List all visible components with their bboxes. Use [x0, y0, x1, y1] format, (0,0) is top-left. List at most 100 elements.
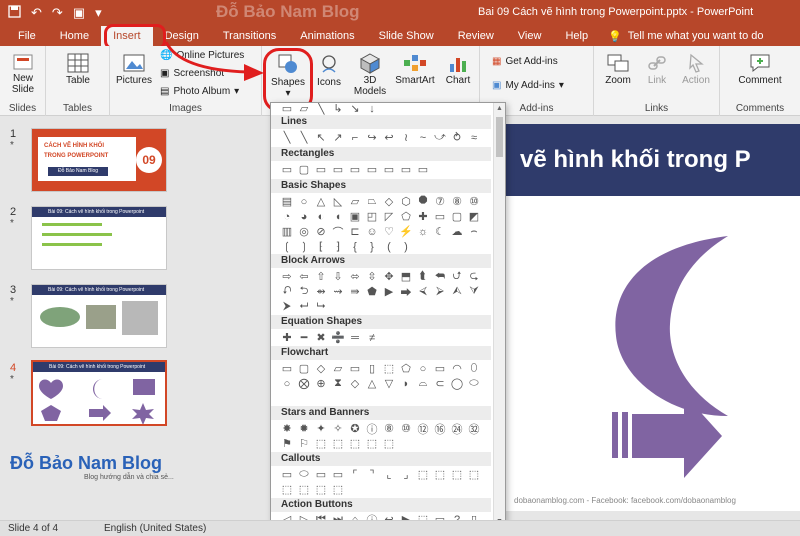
chart-button[interactable]: Chart — [440, 50, 476, 86]
shape-option[interactable]: ▱ — [330, 361, 346, 376]
shape-option[interactable]: ○ — [415, 361, 431, 376]
shape-option[interactable]: ⊂ — [432, 376, 448, 391]
shape-option[interactable]: ▱ — [347, 194, 363, 209]
shape-option[interactable]: △ — [313, 194, 329, 209]
shape-option[interactable]: ○ — [296, 194, 312, 209]
shape-option[interactable]: ⬚ — [381, 436, 397, 451]
shape-option[interactable]: ⑧ — [381, 421, 397, 436]
shape-option[interactable]: ✚ — [415, 209, 431, 224]
shape-option[interactable]: ⮘ — [415, 284, 431, 299]
shape-option[interactable]: ▭ — [279, 467, 295, 482]
shape-option[interactable]: △ — [364, 376, 380, 391]
get-addins-button[interactable]: ▦ Get Add-ins — [492, 56, 558, 67]
undo-icon[interactable]: ↶ — [31, 5, 42, 21]
shape-option[interactable]: ◩ — [466, 209, 482, 224]
shape-option[interactable]: ⮪ — [432, 269, 448, 284]
shape-option[interactable]: ▢ — [449, 209, 465, 224]
shape-option[interactable]: ⧗ — [330, 376, 346, 391]
shape-option[interactable]: ▱ — [296, 103, 312, 116]
shape-option[interactable]: ▣ — [347, 209, 363, 224]
shape-option[interactable]: ✹ — [296, 421, 312, 436]
shape-option[interactable]: ⑩ — [466, 194, 482, 209]
shape-option[interactable]: ⮡ — [313, 299, 329, 314]
shape-option[interactable]: ⌟ — [398, 467, 414, 482]
shape-option[interactable]: ⑯ — [432, 421, 448, 436]
shape-option[interactable]: ◐ — [313, 209, 329, 224]
shape-option[interactable]: ↓ — [364, 103, 380, 116]
shape-option[interactable]: ▭ — [279, 361, 295, 376]
shape-option[interactable]: ╲ — [296, 130, 312, 145]
shape-option[interactable]: ◗ — [398, 376, 414, 391]
shape-option[interactable]: ◇ — [313, 361, 329, 376]
shape-option[interactable]: ═ — [347, 330, 363, 345]
shape-option[interactable]: ⑩ — [398, 421, 414, 436]
shape-option[interactable]: ⬄ — [347, 269, 363, 284]
shape-option[interactable]: ▭ — [432, 361, 448, 376]
smartart-button[interactable]: SmartArt — [392, 50, 438, 86]
shape-option[interactable]: ⬟ — [364, 284, 380, 299]
shape-option[interactable]: ⬭ — [466, 376, 482, 391]
shape-option[interactable]: ▽ — [381, 376, 397, 391]
shape-option[interactable]: ≀ — [398, 130, 414, 145]
shape-option[interactable]: ⁅ — [313, 239, 329, 254]
shape-option[interactable]: ❲ — [279, 239, 295, 254]
shape-option[interactable]: ( — [381, 239, 397, 254]
table-button[interactable]: Table — [58, 50, 98, 86]
shape-option[interactable]: ◔ — [279, 209, 295, 224]
new-slide-button[interactable]: New Slide — [4, 50, 42, 95]
shape-option[interactable]: ▭ — [381, 162, 397, 177]
shape-option[interactable]: ▭ — [398, 162, 414, 177]
shape-option[interactable]: ⌓ — [415, 376, 431, 391]
shape-option[interactable]: ⮎ — [466, 269, 482, 284]
shape-option[interactable]: ◯ — [449, 376, 465, 391]
shape-option[interactable]: ⬚ — [313, 482, 329, 497]
shape-option[interactable]: ⯃ — [415, 194, 431, 209]
shape-option[interactable]: ▢ — [296, 361, 312, 376]
shape-option[interactable]: ◸ — [381, 209, 397, 224]
shape-option[interactable]: ⊘ — [313, 224, 329, 239]
shape-option[interactable]: ☾ — [432, 224, 448, 239]
shape-option[interactable]: ◺ — [330, 194, 346, 209]
shape-option[interactable]: ⬭ — [296, 467, 312, 482]
tab-home[interactable]: Home — [48, 26, 101, 46]
shape-option[interactable]: ㉔ — [449, 421, 465, 436]
shape-option[interactable]: ▥ — [279, 224, 295, 239]
gallery-scrollbar[interactable]: ▲ ▼ — [493, 103, 505, 527]
shape-option[interactable]: ♡ — [381, 224, 397, 239]
shape-option[interactable]: ⑫ — [415, 421, 431, 436]
shape-option[interactable]: ▢ — [296, 162, 312, 177]
slide-thumbnail-4[interactable]: Bài 09: Cách vẽ hình khối trong Powerpoi… — [31, 360, 167, 426]
shape-option[interactable]: ↪ — [364, 130, 380, 145]
shape-option[interactable]: } — [364, 239, 380, 254]
shape-option[interactable]: ⚑ — [279, 436, 295, 451]
shape-option[interactable]: ⇳ — [364, 269, 380, 284]
slide-thumbnail-2[interactable]: Bài 09: Cách vẽ hình khối trong Powerpoi… — [31, 206, 167, 270]
shape-option[interactable]: ⇧ — [313, 269, 329, 284]
shape-option[interactable]: ▭ — [364, 162, 380, 177]
tab-review[interactable]: Review — [446, 26, 506, 46]
shape-option[interactable]: ☺ — [364, 224, 380, 239]
shape-option[interactable]: ⬚ — [432, 467, 448, 482]
shape-option[interactable]: ◰ — [364, 209, 380, 224]
shape-option[interactable]: ✚ — [279, 330, 295, 345]
shape-option[interactable]: ⏢ — [364, 194, 380, 209]
shape-option[interactable]: ▭ — [313, 162, 329, 177]
shape-option[interactable]: ⬠ — [398, 361, 414, 376]
comment-button[interactable]: Comment — [728, 50, 792, 86]
shape-option[interactable]: ⇝ — [330, 284, 346, 299]
shape-option[interactable]: ⌢ — [466, 224, 482, 239]
shape-option[interactable]: ⬚ — [364, 436, 380, 451]
shape-option[interactable]: ✦ — [313, 421, 329, 436]
shape-option[interactable]: ━ — [296, 330, 312, 345]
shape-option[interactable]: ✧ — [330, 421, 346, 436]
shape-option[interactable]: ▭ — [279, 103, 295, 116]
shape-option[interactable]: ◇ — [347, 376, 363, 391]
shape-option[interactable]: ⥁ — [449, 130, 465, 145]
shape-option[interactable]: { — [347, 239, 363, 254]
link-button[interactable]: Link — [640, 50, 674, 86]
shape-option[interactable]: ⑧ — [449, 194, 465, 209]
current-slide[interactable]: vẽ hình khối trong P dobaonamblog.com - … — [506, 124, 800, 511]
shape-option[interactable]: ⮌ — [296, 284, 312, 299]
shape-option[interactable]: ⬚ — [347, 436, 363, 451]
shape-option[interactable]: ⬒ — [398, 269, 414, 284]
